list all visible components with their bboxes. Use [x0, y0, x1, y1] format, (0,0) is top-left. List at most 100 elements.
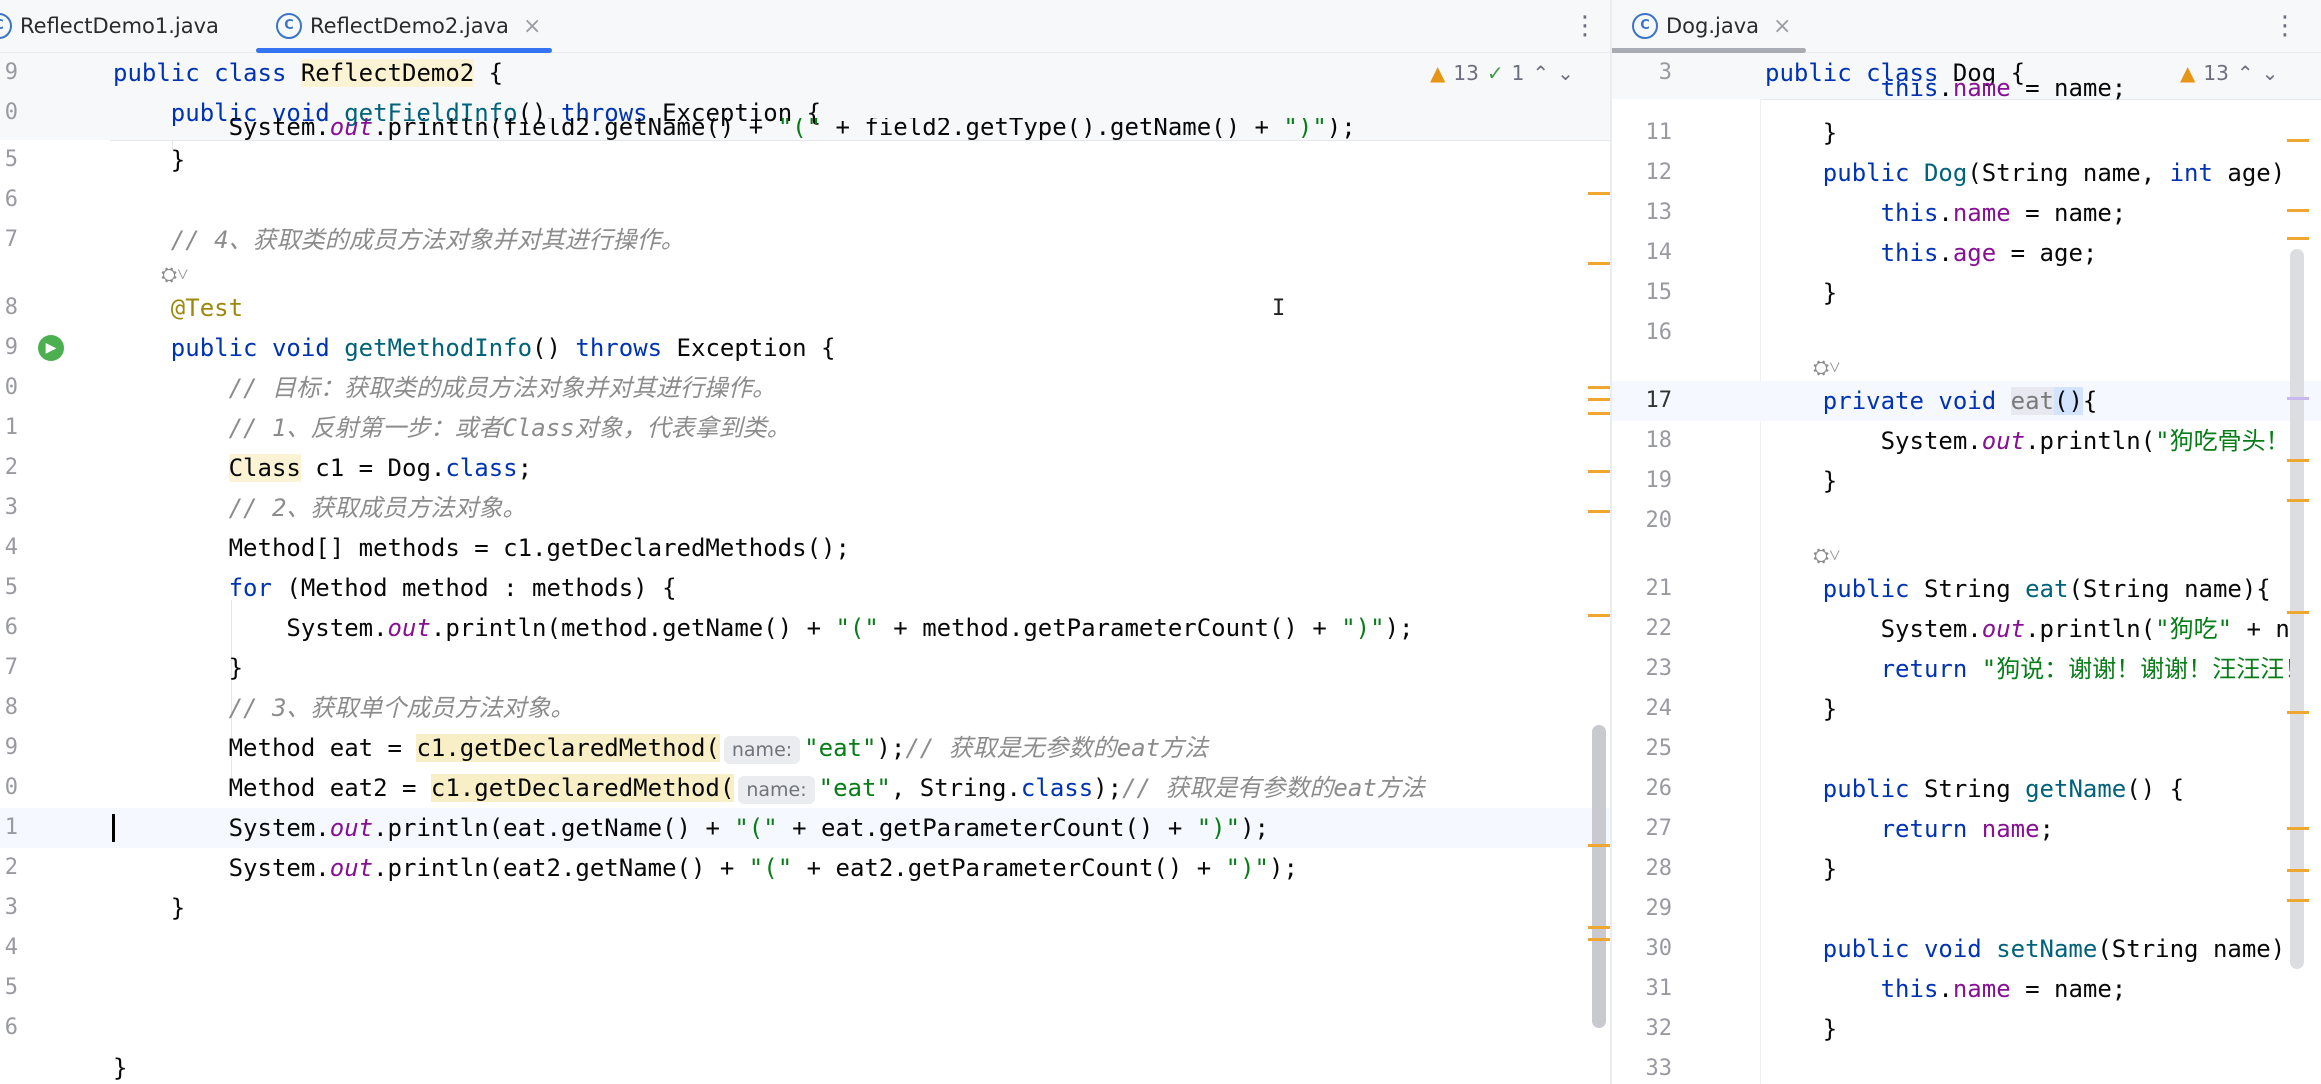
- code-line[interactable]: 26 public String getName() {: [1612, 769, 2321, 809]
- usage-marker[interactable]: [2287, 397, 2309, 400]
- warning-marker[interactable]: [1588, 470, 1610, 473]
- warning-marker[interactable]: [1588, 398, 1610, 401]
- code-line[interactable]: 5: [0, 968, 1610, 1008]
- code-line[interactable]: 15 }: [1612, 273, 2321, 313]
- comment-text: // 3、获取单个成员方法对象。: [113, 694, 575, 722]
- code-line[interactable]: 8 // 3、获取单个成员方法对象。: [0, 688, 1610, 728]
- code-line[interactable]: }: [0, 1048, 1610, 1084]
- code-line[interactable]: 5 }: [0, 140, 1610, 180]
- code-line[interactable]: 0 // 目标：获取类的成员方法对象并对其进行操作。: [0, 368, 1610, 408]
- code-line[interactable]: 3 }: [0, 888, 1610, 928]
- code-line[interactable]: 2 Class c1 = Dog.class;: [0, 448, 1610, 488]
- code-line[interactable]: 27 return name;: [1612, 809, 2321, 849]
- line-number: 2: [4, 855, 18, 880]
- warning-marker[interactable]: [1588, 262, 1610, 265]
- inspection-widget[interactable]: ▲ 13 ✓ 1 ⌃ ⌄: [1430, 53, 1574, 93]
- warning-marker[interactable]: [2287, 139, 2309, 142]
- code-line[interactable]: 22 System.out.println("狗吃" + na: [1612, 609, 2321, 649]
- warning-marker[interactable]: [2287, 611, 2309, 614]
- code-line[interactable]: 31 this.name = name;: [1612, 969, 2321, 1009]
- code-line[interactable]: 3 // 2、获取成员方法对象。: [0, 488, 1610, 528]
- warning-marker[interactable]: [1588, 386, 1610, 389]
- code-line[interactable]: 2 System.out.println(eat2.getName() + "(…: [0, 848, 1610, 888]
- code-line[interactable]: 6: [0, 1008, 1610, 1048]
- warning-marker[interactable]: [1588, 926, 1610, 929]
- code-line[interactable]: 14 this.age = age;: [1612, 233, 2321, 273]
- code-line[interactable]: 9 Method eat = c1.getDeclaredMethod(name…: [0, 728, 1610, 768]
- code-line[interactable]: 0 Method eat2 = c1.getDeclaredMethod(nam…: [0, 768, 1610, 808]
- code-line[interactable]: 6: [0, 180, 1610, 220]
- warning-marker[interactable]: [2287, 209, 2309, 212]
- run-test-icon[interactable]: ▶: [38, 335, 64, 361]
- code-line[interactable]: 18 System.out.println("狗吃骨头！": [1612, 421, 2321, 461]
- line-number: 23: [1645, 656, 1673, 681]
- error-stripe[interactable]: [1588, 140, 1610, 1084]
- sticky-line[interactable]: 9 public class ReflectDemo2 {: [0, 53, 1610, 93]
- line-number: 9: [4, 335, 18, 360]
- warning-marker[interactable]: [1588, 614, 1610, 617]
- warning-marker[interactable]: [2287, 869, 2309, 872]
- code-line[interactable]: 19 }: [1612, 461, 2321, 501]
- previous-highlight-icon[interactable]: ⌃: [1532, 61, 1549, 85]
- code-vision-icon[interactable]: ⛭˅: [113, 258, 188, 290]
- right-code-area[interactable]: this.name = name; 11 } 12 public Dog(Str…: [1612, 81, 2321, 1084]
- code-line[interactable]: 33: [1612, 1049, 2321, 1084]
- code-vision-icon[interactable]: ⛭˅: [1765, 539, 1840, 571]
- warning-marker[interactable]: [1588, 844, 1610, 847]
- close-icon[interactable]: ×: [523, 14, 541, 39]
- code-line[interactable]: 28 }: [1612, 849, 2321, 889]
- code-line[interactable]: 23 return "狗说：谢谢！谢谢！汪汪汪！: [1612, 649, 2321, 689]
- code-line[interactable]: 11 }: [1612, 113, 2321, 153]
- code-line[interactable]: 12 public Dog(String name, int age): [1612, 153, 2321, 193]
- warning-marker[interactable]: [2287, 459, 2309, 462]
- warning-marker[interactable]: [1588, 938, 1610, 941]
- code-vision-line[interactable]: ⛭˅: [1612, 539, 2321, 571]
- warning-marker[interactable]: [2287, 827, 2309, 830]
- code-vision-line[interactable]: ⛭˅: [1612, 351, 2321, 383]
- warning-marker[interactable]: [2287, 237, 2309, 240]
- close-icon[interactable]: ×: [1773, 14, 1791, 39]
- code-line[interactable]: 29: [1612, 889, 2321, 929]
- tab-reflectdemo1[interactable]: C ReflectDemo1.java: [0, 0, 219, 52]
- current-code-line[interactable]: 1 System.out.println(eat.getName() + "("…: [0, 808, 1610, 848]
- code-line[interactable]: 7 // 4、获取类的成员方法对象并对其进行操作。: [0, 220, 1610, 260]
- partial-code-line[interactable]: this.name = name;: [1612, 81, 2321, 103]
- code-line[interactable]: 4 Method[] methods = c1.getDeclaredMetho…: [0, 528, 1610, 568]
- code-line[interactable]: 24 }: [1612, 689, 2321, 729]
- code-line[interactable]: 30 public void setName(String name): [1612, 929, 2321, 969]
- code-line[interactable]: 21 public String eat(String name){: [1612, 569, 2321, 609]
- warning-marker[interactable]: [1588, 192, 1610, 195]
- tab-reflectdemo2[interactable]: C ReflectDemo2.java ×: [256, 0, 552, 53]
- warning-marker[interactable]: [2287, 711, 2309, 714]
- code-text: }: [1765, 119, 1838, 147]
- code-text: return name;: [1880, 815, 2054, 843]
- warning-marker[interactable]: [1588, 412, 1610, 415]
- code-line[interactable]: 9 ▶ public void getMethodInfo() throws E…: [0, 328, 1610, 368]
- left-code-area[interactable]: System.out.println(field2.getName() + "(…: [0, 118, 1610, 1084]
- code-vision-icon[interactable]: ⛭˅: [1765, 351, 1840, 383]
- line-number: 22: [1645, 616, 1673, 641]
- code-line[interactable]: 7 }: [0, 648, 1610, 688]
- code-line[interactable]: 32 }: [1612, 1009, 2321, 1049]
- code-vision-line[interactable]: ⛭˅: [0, 258, 1610, 290]
- more-tabs-icon[interactable]: ⋮: [2272, 0, 2298, 52]
- line-number: 31: [1645, 976, 1673, 1001]
- warning-marker[interactable]: [1588, 510, 1610, 513]
- code-line[interactable]: 16: [1612, 313, 2321, 353]
- code-line[interactable]: 4: [0, 928, 1610, 968]
- code-line[interactable]: 25: [1612, 729, 2321, 769]
- warning-marker[interactable]: [2287, 499, 2309, 502]
- tab-dog[interactable]: C Dog.java ×: [1612, 0, 1806, 53]
- next-highlight-icon[interactable]: ⌄: [1557, 61, 1574, 85]
- code-line[interactable]: 20: [1612, 501, 2321, 541]
- code-line[interactable]: 13 this.name = name;: [1612, 193, 2321, 233]
- code-line[interactable]: 8 @Test: [0, 288, 1610, 328]
- code-line[interactable]: 1 // 1、反射第一步：或者Class对象，代表拿到类。: [0, 408, 1610, 448]
- parameter-hint: name:: [723, 736, 801, 764]
- error-stripe[interactable]: [2287, 99, 2309, 1084]
- code-line[interactable]: 6 System.out.println(method.getName() + …: [0, 608, 1610, 648]
- current-code-line[interactable]: 17 private void eat(){: [1612, 381, 2321, 421]
- warning-marker[interactable]: [2287, 899, 2309, 902]
- more-tabs-icon[interactable]: ⋮: [1572, 0, 1598, 52]
- code-line[interactable]: 5 for (Method method : methods) {: [0, 568, 1610, 608]
